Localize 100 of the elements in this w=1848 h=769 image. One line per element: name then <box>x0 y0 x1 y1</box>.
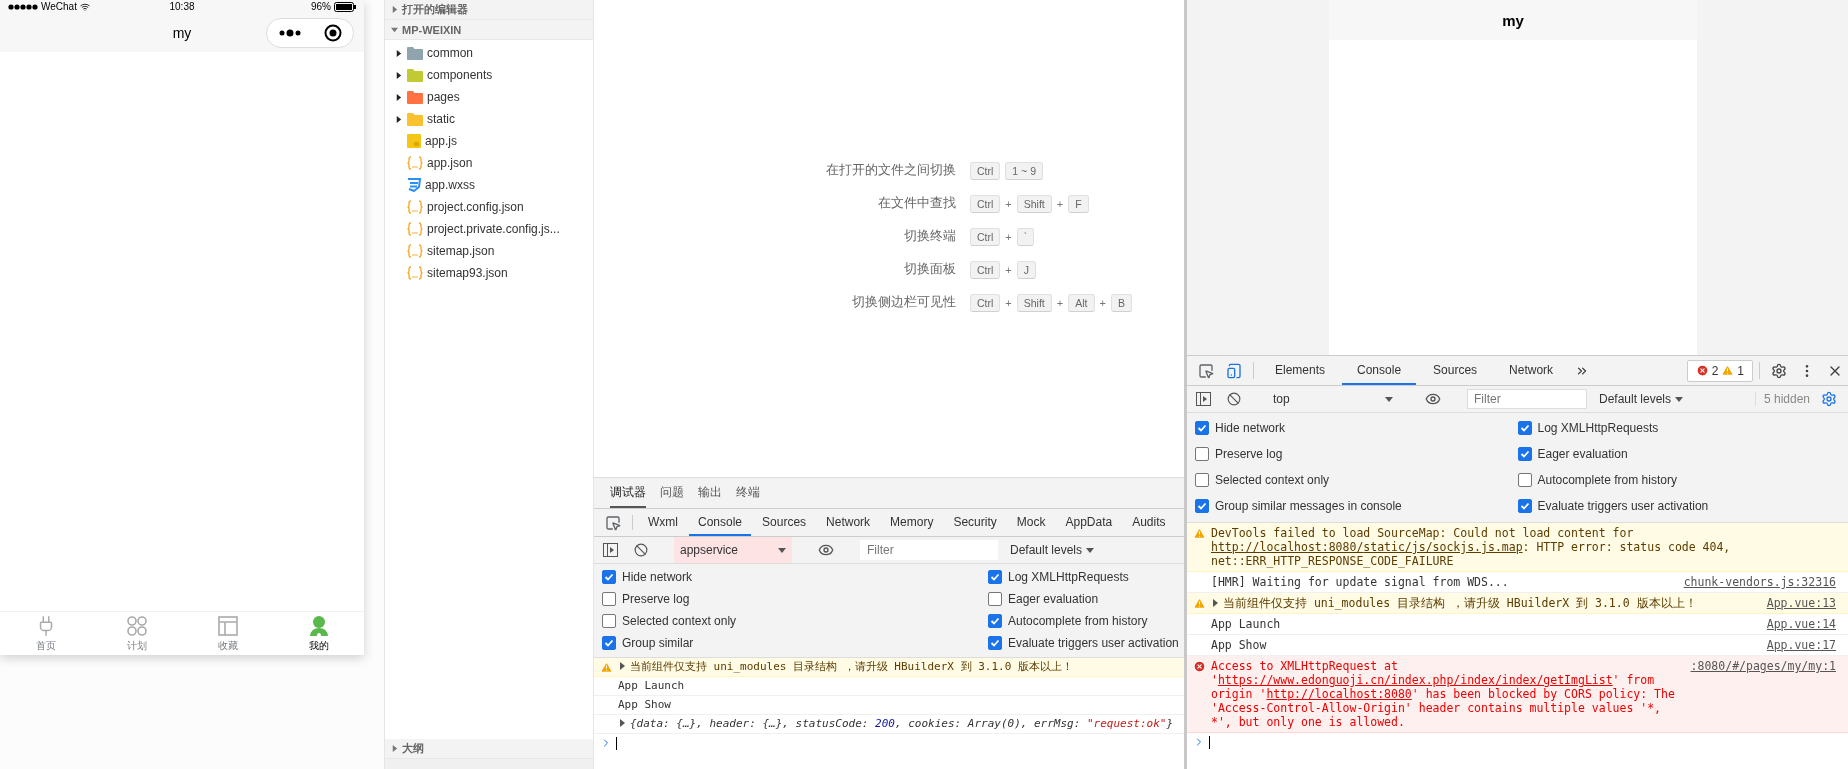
shortcut-label: 在打开的文件之间切换 <box>826 162 957 179</box>
checkbox[interactable] <box>988 592 1002 606</box>
tab-bar-item[interactable]: 首页 <box>0 612 91 655</box>
check-icon <box>1519 449 1530 459</box>
target-icon[interactable] <box>323 24 342 42</box>
checkbox[interactable] <box>1195 499 1209 513</box>
checkbox[interactable] <box>602 570 616 584</box>
tree-item[interactable]: common <box>427 46 473 60</box>
checkbox[interactable] <box>1195 421 1209 435</box>
warning-icon <box>1193 596 1206 610</box>
key-cap: 1 ~ 9 <box>1005 161 1043 180</box>
section-header[interactable]: 大纲 <box>385 739 593 759</box>
checkbox[interactable] <box>988 570 1002 584</box>
setting-label: Autocomplete from history <box>1008 614 1148 628</box>
checkbox[interactable] <box>1517 473 1532 487</box>
checkbox[interactable] <box>988 636 1002 650</box>
more-icon[interactable] <box>278 29 301 37</box>
setting-label: Evaluate triggers user activation <box>1537 499 1709 513</box>
setting-label: Group similar <box>622 636 694 650</box>
caret-icon[interactable] <box>394 93 402 101</box>
devtools-tab[interactable]: Mock <box>1007 509 1055 536</box>
user-icon <box>307 614 330 637</box>
tree-item[interactable]: app.wxss <box>425 178 476 192</box>
tree-item[interactable]: components <box>427 68 493 82</box>
source-link[interactable]: :8080/#/pages/my/my:1 <box>1690 659 1836 673</box>
tree-item[interactable]: app.json <box>427 156 473 170</box>
tree-item[interactable]: project.private.config.js... <box>427 222 560 236</box>
check-icon <box>1197 423 1207 433</box>
source-link[interactable]: App.vue:13 <box>1766 596 1836 610</box>
tab-bar-item[interactable]: 计划 <box>91 612 182 655</box>
context-select[interactable]: top <box>1267 386 1399 412</box>
context-select[interactable]: appservice <box>674 537 792 563</box>
devtools-tab[interactable]: Memory <box>881 509 943 536</box>
devtools-tab[interactable]: Audits <box>1123 509 1175 536</box>
checkbox[interactable] <box>602 636 616 650</box>
link[interactable]: http://localhost:8080/ <box>1211 540 1364 554</box>
error-icon <box>1193 659 1206 673</box>
devtools-tab[interactable]: Wxml <box>639 509 687 536</box>
eye-icon <box>818 542 834 558</box>
panel-tab[interactable]: 终端 <box>736 485 760 508</box>
setting-label: Evaluate triggers user activation <box>1008 636 1179 650</box>
section-title: MP-WEIXIN <box>402 23 462 36</box>
panel-tab[interactable]: 输出 <box>698 485 722 508</box>
key-cap: Ctrl <box>970 260 1001 279</box>
caret-icon[interactable] <box>394 71 402 79</box>
expand-caret-icon[interactable] <box>618 662 626 670</box>
tab-bar-item[interactable]: 收藏 <box>182 612 273 655</box>
expand-caret-icon[interactable] <box>618 719 626 727</box>
link[interactable]: static/js/sockjs.js.map <box>1363 540 1523 554</box>
checkbox[interactable] <box>988 614 1002 628</box>
filter-field[interactable]: Filter <box>1467 389 1587 409</box>
tree-item[interactable]: pages <box>427 90 460 104</box>
checkbox[interactable] <box>1517 447 1532 461</box>
inspect-icon <box>605 514 621 531</box>
dropdown-caret-icon[interactable] <box>778 546 786 554</box>
setting-label: Preserve log <box>1215 447 1283 461</box>
dropdown-caret-icon[interactable] <box>1675 395 1684 403</box>
caret-icon[interactable] <box>394 115 402 123</box>
levels-dropdown[interactable]: Default levels <box>1004 542 1101 558</box>
console-message: DevTools failed to load SourceMap: Could not load content for http://localhost:8080/static/js/sockjs.js.map: HTTP error: status code 404, net::ERR_HTTP_RESPONSE_CODE_FAILURE <box>1211 526 1731 568</box>
devtools-tab[interactable]: Sources <box>753 509 816 536</box>
source-link[interactable]: App.vue:14 <box>1766 617 1836 631</box>
expand-caret-icon[interactable] <box>1211 599 1219 607</box>
source-link[interactable]: chunk-vendors.js:32316 <box>1683 575 1836 589</box>
tree-item[interactable]: sitemap.json <box>427 244 495 258</box>
checkbox[interactable] <box>1517 499 1532 513</box>
devtools-tab[interactable]: Security <box>944 509 1006 536</box>
devtools-tab[interactable]: Elements <box>1260 356 1341 385</box>
issues-counter[interactable]: 2 1 <box>1686 359 1753 382</box>
checkbox[interactable] <box>1195 473 1209 487</box>
dropdown-caret-icon[interactable] <box>1086 546 1095 554</box>
panel-tab[interactable]: 问题 <box>660 485 684 508</box>
check-icon <box>990 616 1000 626</box>
dropdown-caret-icon[interactable] <box>1385 395 1393 403</box>
caret-icon[interactable] <box>394 49 402 57</box>
levels-dropdown[interactable]: Default levels <box>1593 391 1690 407</box>
link[interactable]: https://www.edonguoji.cn/index.php/index/index/getImgList <box>1217 673 1613 687</box>
console-message: 当前组件仅支持 uni_modules 目录结构 ，请升级 HBuilderX 到 3.1.0 版本以上！ <box>1223 596 1697 610</box>
braces-icon <box>407 200 423 214</box>
key-cap: F <box>1068 194 1089 213</box>
tree-item[interactable]: sitemap93.json <box>427 266 508 280</box>
checkbox[interactable] <box>602 614 616 628</box>
tab-bar-item[interactable]: 我的 <box>273 612 364 655</box>
checkbox[interactable] <box>602 592 616 606</box>
hidden-count: 5 hidden <box>1754 392 1810 406</box>
section-header[interactable]: MP-WEIXIN <box>385 20 593 40</box>
tree-item[interactable]: app.js <box>425 134 458 148</box>
tree-item[interactable]: project.config.json <box>427 200 524 214</box>
checkbox[interactable] <box>1517 421 1532 435</box>
devtools-tab[interactable]: Network <box>1494 356 1569 385</box>
source-link[interactable]: App.vue:17 <box>1766 638 1836 652</box>
checkbox[interactable] <box>1195 447 1209 461</box>
devtools-tab[interactable]: AppData <box>1056 509 1122 536</box>
devtools-tab[interactable]: Network <box>817 509 880 536</box>
section-header[interactable]: 打开的编辑器 <box>385 0 593 20</box>
tree-item[interactable]: static <box>427 112 455 126</box>
key-cap: Ctrl <box>970 194 1001 213</box>
menu-capsule[interactable] <box>266 18 354 48</box>
link[interactable]: http://localhost:8080 <box>1266 687 1412 701</box>
devtools-tab[interactable]: Sources <box>1418 356 1493 385</box>
